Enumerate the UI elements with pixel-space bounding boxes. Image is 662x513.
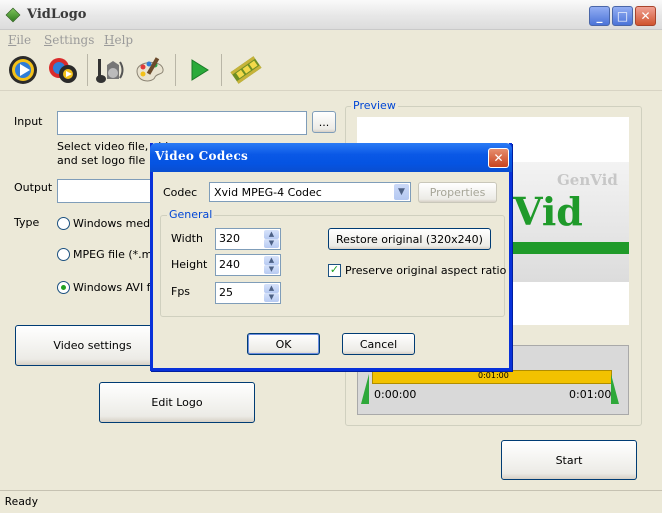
menu-help[interactable]: Help [104, 33, 133, 47]
dialog-close-button[interactable]: ✕ [488, 148, 509, 168]
video-settings-button[interactable]: Video settings [15, 325, 170, 366]
general-title: General [167, 208, 215, 221]
timeline-start-time: 0:00:00 [374, 388, 417, 401]
input-hint-line2: and set logo file [57, 154, 146, 167]
media-player-icon[interactable] [6, 53, 40, 87]
height-up-icon[interactable]: ▲ [264, 256, 279, 265]
play-icon[interactable] [182, 53, 216, 87]
type-option-windows-media: Windows media [73, 217, 160, 230]
type-radio-windows-media[interactable] [57, 217, 70, 230]
toolbar [0, 49, 662, 91]
height-label: Height [171, 258, 208, 271]
preview-green-band [507, 242, 629, 254]
width-label: Width [171, 232, 203, 245]
width-stepper[interactable]: 320 ▲ ▼ [215, 228, 281, 250]
menu-bar: File Settings Help [0, 30, 662, 49]
timeline-range-bar[interactable]: 0:01:00 [372, 370, 612, 384]
minimize-button[interactable]: _ [589, 6, 610, 26]
input-label: Input [14, 115, 43, 128]
fps-label: Fps [171, 285, 191, 298]
start-button[interactable]: Start [501, 440, 637, 480]
type-radio-mpeg[interactable] [57, 248, 70, 261]
video-codecs-dialog: Video Codecs ✕ Codec Xvid MPEG-4 Codec ▼… [150, 143, 512, 371]
status-text: Ready [5, 495, 39, 508]
type-radio-avi[interactable] [57, 281, 70, 294]
browse-input-button[interactable]: ... [312, 111, 336, 133]
music-icon[interactable] [93, 53, 127, 87]
dialog-title-bar: Video Codecs ✕ [150, 143, 512, 172]
codec-label: Codec [163, 186, 198, 199]
edit-logo-button[interactable]: Edit Logo [99, 382, 255, 423]
timeline-duration: 0:01:00 [478, 371, 509, 380]
width-down-icon[interactable]: ▼ [264, 239, 279, 248]
timeline-end-handle[interactable] [611, 374, 619, 404]
ok-button[interactable]: OK [247, 333, 320, 355]
codec-select[interactable]: Xvid MPEG-4 Codec ▼ [209, 182, 411, 202]
type-label: Type [14, 216, 40, 229]
output-file-field[interactable] [57, 179, 159, 203]
restore-original-button[interactable]: Restore original (320x240) [328, 228, 491, 250]
video-convert-icon[interactable] [46, 53, 80, 87]
input-file-field[interactable] [57, 111, 307, 135]
maximize-button[interactable]: □ [612, 6, 633, 26]
width-value: 320 [219, 232, 240, 245]
cancel-button[interactable]: Cancel [342, 333, 415, 355]
width-up-icon[interactable]: ▲ [264, 230, 279, 239]
dialog-title: Video Codecs [155, 149, 249, 163]
menu-file[interactable]: File [8, 33, 31, 47]
title-bar: VidLogo _ □ ✕ [0, 0, 662, 30]
properties-button: Properties [418, 182, 497, 203]
timeline-end-time: 0:01:00 [569, 388, 612, 401]
preview-logo-text: Vid [513, 189, 583, 234]
output-label: Output [14, 181, 53, 194]
preview-title: Preview [351, 99, 398, 112]
fps-up-icon[interactable]: ▲ [264, 284, 279, 293]
preserve-aspect-label: Preserve original aspect ratio [345, 264, 507, 277]
menu-settings[interactable]: Settings [44, 33, 94, 47]
preview-watermark: GenVid [557, 171, 618, 189]
fps-down-icon[interactable]: ▼ [264, 293, 279, 302]
app-logo-icon [5, 7, 21, 23]
status-bar: Ready [0, 490, 662, 513]
close-button[interactable]: ✕ [635, 6, 656, 26]
timeline-start-handle[interactable] [361, 374, 369, 404]
height-value: 240 [219, 258, 240, 271]
codec-select-value: Xvid MPEG-4 Codec [214, 186, 322, 199]
fps-value: 25 [219, 286, 233, 299]
preserve-aspect-checkbox[interactable]: ✓ [328, 264, 341, 277]
film-reel-icon[interactable] [229, 53, 263, 87]
height-down-icon[interactable]: ▼ [264, 265, 279, 274]
height-stepper[interactable]: 240 ▲ ▼ [215, 254, 281, 276]
paint-palette-icon[interactable] [133, 53, 167, 87]
fps-stepper[interactable]: 25 ▲ ▼ [215, 282, 281, 304]
window-title: VidLogo [27, 7, 87, 22]
chevron-down-icon[interactable]: ▼ [394, 184, 409, 200]
